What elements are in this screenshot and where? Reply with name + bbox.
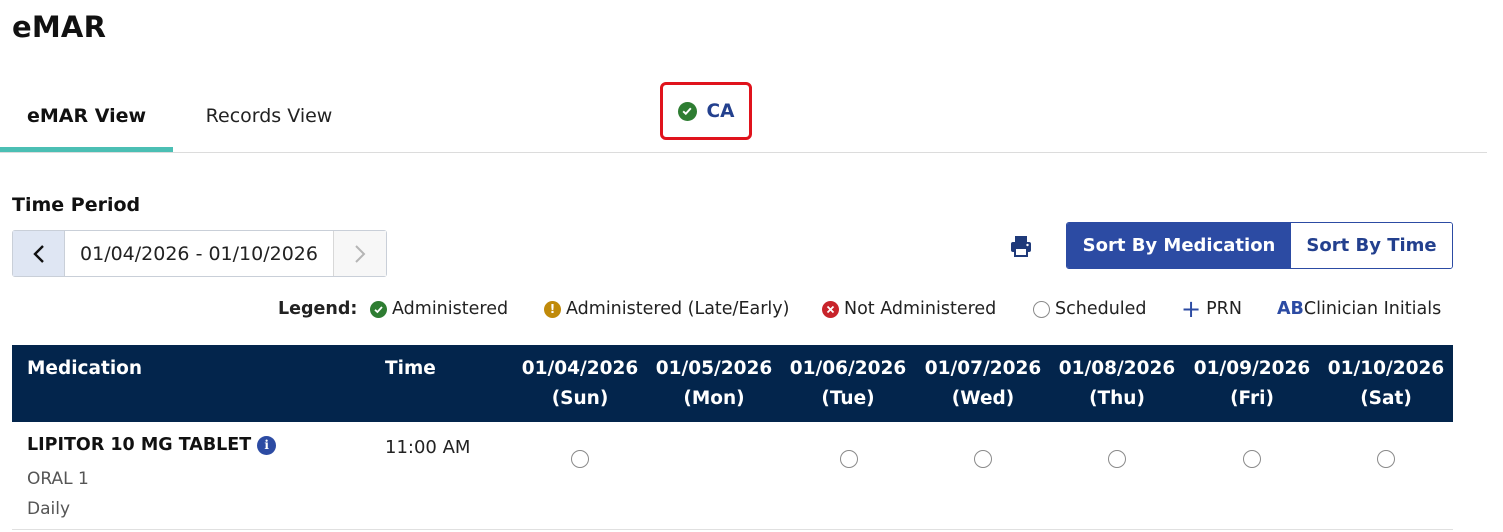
administered-dose-mon[interactable]: CA xyxy=(660,82,752,140)
next-week-button[interactable] xyxy=(333,231,386,276)
header-date: 01/08/2026 xyxy=(1058,358,1176,379)
legend-administered: Administered xyxy=(370,299,508,319)
date-range-display: 01/04/2026 - 01/10/2026 xyxy=(80,242,318,265)
header-date: 01/04/2026 xyxy=(521,358,639,379)
legend-late-early: ! Administered (Late/Early) xyxy=(544,299,789,319)
table-header: Medication Time 01/04/2026 (Sun) 01/05/2… xyxy=(12,345,1453,422)
header-day: (Fri) xyxy=(1230,388,1274,409)
scheduled-slot-sun[interactable] xyxy=(571,450,589,468)
header-medication: Medication xyxy=(27,358,143,379)
print-button[interactable] xyxy=(1008,233,1034,259)
page-title: eMAR xyxy=(12,10,107,44)
header-date-col: 01/09/2026 (Fri) xyxy=(1187,354,1317,414)
legend-initials-label: Clinician Initials xyxy=(1303,299,1442,319)
scheduled-time: 11:00 AM xyxy=(385,437,471,458)
legend-prn: + PRN xyxy=(1181,295,1242,323)
header-date-col: 01/08/2026 (Thu) xyxy=(1052,354,1182,414)
initials-sample: AB xyxy=(1277,299,1304,319)
header-date: 01/10/2026 xyxy=(1327,358,1445,379)
legend-late-early-label: Administered (Late/Early) xyxy=(566,299,790,319)
sort-by-medication-button[interactable]: Sort By Medication xyxy=(1067,223,1291,268)
scheduled-slot-fri[interactable] xyxy=(1243,450,1261,468)
header-date-col: 01/10/2026 (Sat) xyxy=(1321,354,1451,414)
tab-emar-view[interactable]: eMAR View xyxy=(0,80,173,152)
chevron-left-icon xyxy=(32,244,44,263)
header-date: 01/05/2026 xyxy=(655,358,773,379)
scheduled-slot-thu[interactable] xyxy=(1108,450,1126,468)
chevron-right-icon xyxy=(355,244,366,263)
medication-name-cell: LIPITOR 10 MG TABLET i xyxy=(27,435,277,455)
clinician-initials: CA xyxy=(706,100,735,122)
header-day: (Sun) xyxy=(551,388,609,409)
legend-prn-label: PRN xyxy=(1206,299,1242,319)
legend-administered-label: Administered xyxy=(392,299,509,319)
check-circle-icon xyxy=(370,300,387,318)
header-date: 01/09/2026 xyxy=(1193,358,1311,379)
header-date-col: 01/05/2026 (Mon) xyxy=(649,354,779,414)
header-date-col: 01/07/2026 (Wed) xyxy=(918,354,1048,414)
time-period-label: Time Period xyxy=(12,194,141,216)
date-range-navigator: 01/04/2026 - 01/10/2026 xyxy=(12,230,387,277)
scheduled-slot-sat[interactable] xyxy=(1377,450,1395,468)
header-day: (Mon) xyxy=(683,388,745,409)
header-date: 01/07/2026 xyxy=(924,358,1042,379)
header-day: (Thu) xyxy=(1089,388,1145,409)
plus-icon: + xyxy=(1181,295,1202,323)
medication-frequency: Daily xyxy=(27,499,71,519)
header-day: (Sat) xyxy=(1360,388,1412,409)
tab-records-view[interactable]: Records View xyxy=(180,80,358,152)
sort-by-time-button[interactable]: Sort By Time xyxy=(1291,223,1452,268)
legend-title: Legend: xyxy=(278,299,358,319)
header-date: 01/06/2026 xyxy=(789,358,907,379)
scheduled-slot-wed[interactable] xyxy=(974,450,992,468)
x-circle-icon xyxy=(822,300,839,318)
sort-toggle: Sort By Medication Sort By Time xyxy=(1066,222,1453,269)
empty-circle-icon xyxy=(1033,300,1050,318)
info-icon[interactable]: i xyxy=(257,435,277,455)
legend-scheduled-label: Scheduled xyxy=(1055,299,1147,319)
medication-route: ORAL 1 xyxy=(27,469,89,489)
header-time: Time xyxy=(385,358,436,379)
printer-icon xyxy=(1011,236,1031,257)
previous-week-button[interactable] xyxy=(13,231,65,276)
header-day: (Wed) xyxy=(951,388,1015,409)
legend-clinician-initials: AB Clinician Initials xyxy=(1277,299,1441,319)
legend-scheduled: Scheduled xyxy=(1033,299,1147,319)
scheduled-slot-tue[interactable] xyxy=(840,450,858,468)
emar-table: Medication Time 01/04/2026 (Sun) 01/05/2… xyxy=(12,345,1453,530)
check-circle-icon xyxy=(677,101,697,121)
legend-not-administered: Not Administered xyxy=(822,299,996,319)
header-date-col: 01/06/2026 (Tue) xyxy=(783,354,913,414)
table-row: LIPITOR 10 MG TABLET i ORAL 1 Daily 11:0… xyxy=(12,422,1453,530)
medication-name: LIPITOR 10 MG TABLET xyxy=(27,435,252,455)
legend-not-administered-label: Not Administered xyxy=(844,299,997,319)
exclamation-circle-icon: ! xyxy=(544,300,561,318)
header-day: (Tue) xyxy=(821,388,875,409)
header-date-col: 01/04/2026 (Sun) xyxy=(515,354,645,414)
